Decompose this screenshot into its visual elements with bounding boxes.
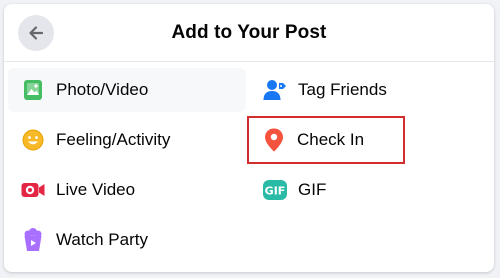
option-tag-friends[interactable]: Tag Friends xyxy=(250,68,488,112)
options-grid: Photo/Video Tag Friends Feeling/Activity… xyxy=(4,62,494,272)
option-check-in[interactable]: Check In xyxy=(247,116,405,164)
option-feeling-activity[interactable]: Feeling/Activity xyxy=(8,118,246,162)
tag-person-icon xyxy=(262,77,288,103)
add-to-post-dialog: Add to Your Post Photo/Video Tag Friends… xyxy=(4,4,494,272)
option-watch-party[interactable]: Watch Party xyxy=(8,218,246,262)
live-camera-icon xyxy=(20,177,46,203)
option-gif[interactable]: GIF GIF xyxy=(250,168,488,212)
dialog-header: Add to Your Post xyxy=(4,4,494,62)
svg-text:GIF: GIF xyxy=(265,185,286,198)
option-label: GIF xyxy=(298,180,327,199)
option-label: Check In xyxy=(297,130,365,149)
smiley-icon xyxy=(20,127,46,153)
option-label: Tag Friends xyxy=(298,80,387,99)
option-label: Watch Party xyxy=(56,230,148,249)
option-label: Feeling/Activity xyxy=(56,130,171,149)
option-live-video[interactable]: Live Video xyxy=(8,168,246,212)
option-photo-video[interactable]: Photo/Video xyxy=(8,68,246,112)
location-pin-icon xyxy=(261,127,287,153)
option-label: Live Video xyxy=(56,180,136,199)
option-label: Photo/Video xyxy=(56,80,149,99)
popcorn-icon xyxy=(20,227,46,253)
dialog-title: Add to Your Post xyxy=(171,22,327,43)
photo-icon xyxy=(20,77,46,103)
gif-icon: GIF xyxy=(262,177,288,203)
